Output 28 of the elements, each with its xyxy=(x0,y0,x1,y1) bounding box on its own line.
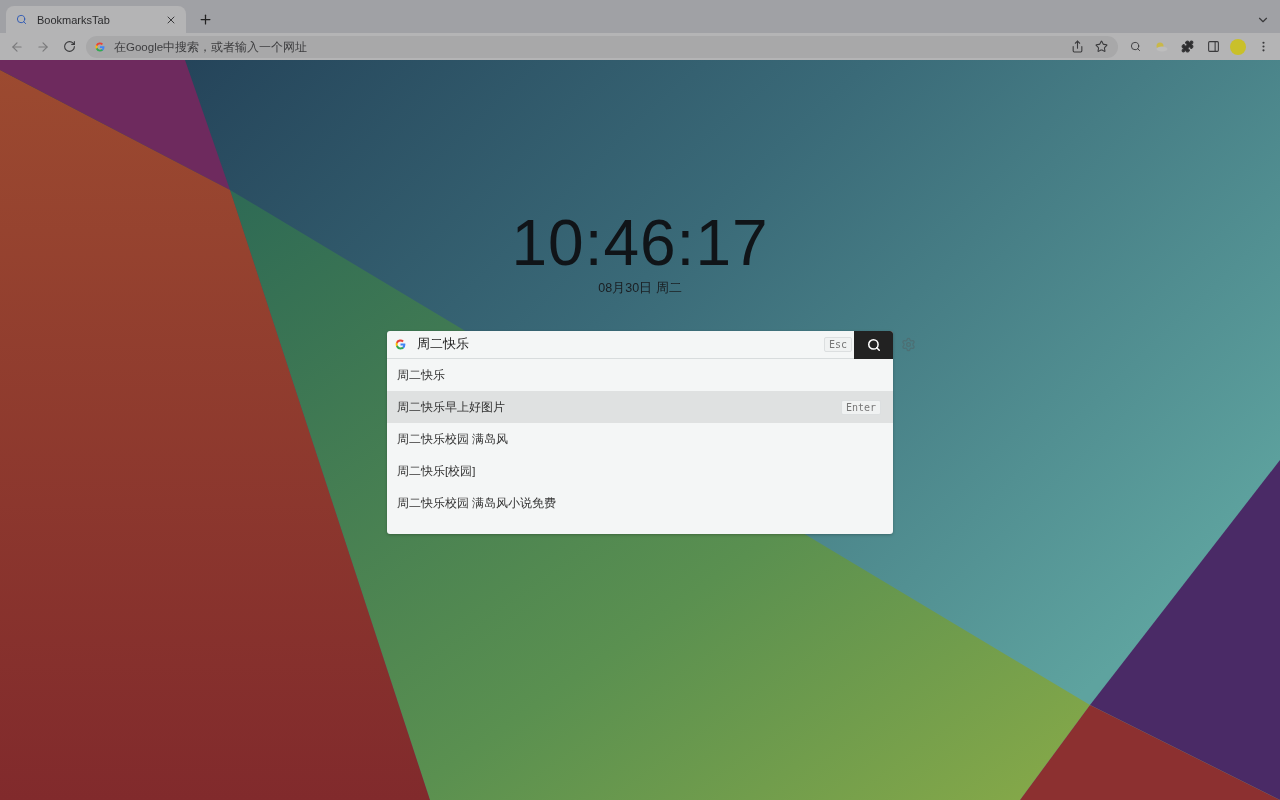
suggestion-text: 周二快乐 xyxy=(397,367,446,383)
google-logo-icon xyxy=(394,338,407,351)
plus-icon xyxy=(197,11,213,27)
suggestion-text: 周二快乐早上好图片 xyxy=(397,399,506,415)
suggestion-item[interactable]: 周二快乐校园 满岛风 xyxy=(387,423,893,455)
tab-title: BookmarksTab xyxy=(37,13,111,26)
suggestion-text: 周二快乐校园 满岛风 xyxy=(397,431,510,447)
search-icon xyxy=(866,337,881,352)
search-button[interactable] xyxy=(854,331,893,359)
clock-time: 10:46:17 xyxy=(511,206,769,280)
google-logo-icon xyxy=(94,40,106,53)
suggestion-item[interactable]: 周二快乐 xyxy=(387,359,893,391)
reload-icon xyxy=(62,40,76,53)
suggestion-text: 周二快乐校园 满岛风小说免费 xyxy=(397,495,558,511)
suggestion-item[interactable]: 周二快乐校园 满岛风小说免费 xyxy=(387,487,893,519)
suggestion-item[interactable]: 周二快乐[校园] xyxy=(387,455,893,487)
esc-key-hint: Esc xyxy=(823,337,852,352)
back-arrow-icon xyxy=(10,39,24,54)
search-icon xyxy=(16,14,27,25)
clock-date: 08月30日 周二 xyxy=(598,280,682,297)
browser-tab[interactable]: BookmarksTab xyxy=(6,6,186,33)
forward-arrow-icon xyxy=(36,39,50,54)
address-bar[interactable]: 在Google中搜索，或者输入一个网址 xyxy=(86,35,1118,58)
suggestion-item[interactable]: 周二快乐早上好图片 Enter xyxy=(387,391,893,423)
enter-key-hint: Enter xyxy=(840,399,881,415)
suggestion-text: 周二快乐[校园] xyxy=(397,463,477,479)
search-input[interactable]: 周二快乐 xyxy=(407,331,824,358)
puzzle-icon[interactable] xyxy=(1178,37,1196,56)
